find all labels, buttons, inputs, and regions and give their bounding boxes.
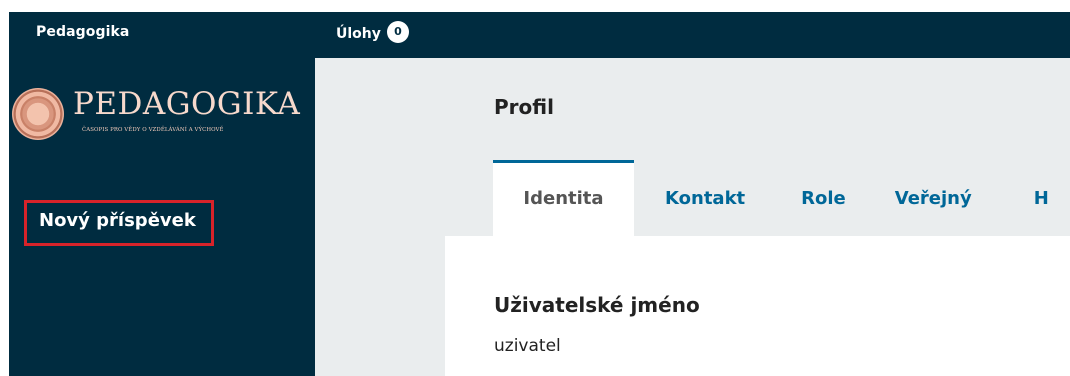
logo-subtitle: ČASOPIS PRO VĚDY O VZDĚLÁVÁNÍ A VÝCHOVĚ (82, 127, 224, 133)
tab-contact[interactable]: Kontakt (665, 160, 745, 236)
seal-icon (12, 88, 64, 140)
profile-tabs: Identita Kontakt Role Veřejný H (493, 160, 1049, 236)
top-navigation-bar: Pedagogika Úlohy 0 (9, 12, 1070, 58)
logo-title: PEDAGOGIKA (73, 86, 301, 122)
page-title: Profil (494, 95, 554, 119)
tab-public[interactable]: Veřejný (895, 160, 972, 236)
site-name-link[interactable]: Pedagogika (36, 24, 129, 40)
journal-logo[interactable]: PEDAGOGIKA ČASOPIS PRO VĚDY O VZDĚLÁVÁNÍ… (9, 86, 315, 146)
tasks-label: Úlohy (336, 25, 381, 42)
new-submission-link[interactable]: Nový příspěvek (24, 200, 214, 246)
username-value: uzivatel (494, 336, 561, 356)
tab-password[interactable]: H (1034, 160, 1049, 236)
sidebar: PEDAGOGIKA ČASOPIS PRO VĚDY O VZDĚLÁVÁNÍ… (9, 58, 315, 376)
tab-roles[interactable]: Role (801, 160, 846, 236)
tab-identity[interactable]: Identita (493, 160, 634, 236)
tasks-link[interactable]: Úlohy 0 (336, 21, 409, 43)
username-label: Uživatelské jméno (494, 293, 700, 317)
frame-edge (0, 0, 9, 376)
tasks-count-badge: 0 (386, 21, 409, 43)
